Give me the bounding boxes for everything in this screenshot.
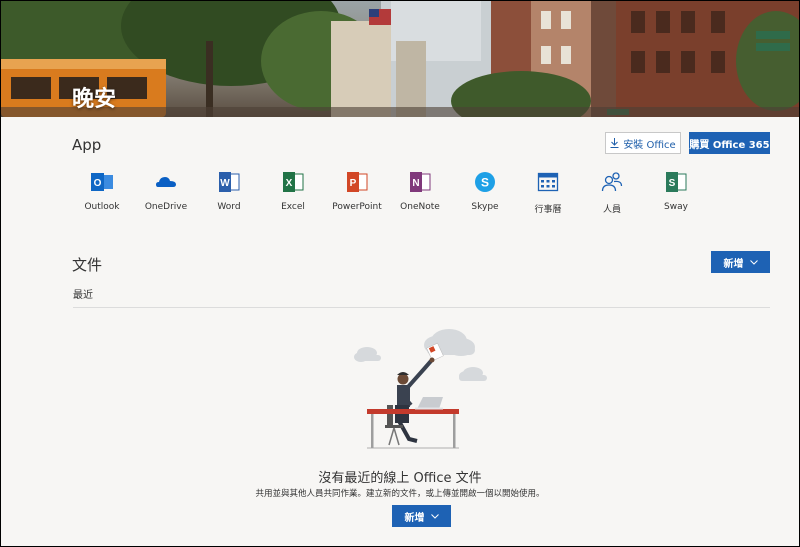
onenote-icon: N bbox=[410, 172, 431, 192]
empty-state-new-button[interactable]: 新增 bbox=[392, 505, 451, 527]
app-sway[interactable]: S Sway bbox=[641, 171, 711, 219]
svg-text:S: S bbox=[669, 178, 676, 189]
chevron-down-icon bbox=[749, 259, 758, 265]
excel-icon: X bbox=[283, 172, 304, 192]
svg-text:P: P bbox=[350, 178, 357, 189]
app-label: 人員 bbox=[602, 205, 621, 215]
word-icon: W bbox=[219, 172, 240, 192]
app-skype[interactable]: S Skype bbox=[450, 171, 520, 219]
app-word[interactable]: W Word bbox=[194, 171, 264, 219]
svg-text:N: N bbox=[412, 178, 419, 189]
buy-office-365-button[interactable]: 購買 Office 365 bbox=[689, 132, 770, 154]
app-outlook[interactable]: O Outlook bbox=[67, 171, 137, 219]
empty-state-new-label: 新增 bbox=[404, 512, 425, 524]
onedrive-icon bbox=[156, 177, 176, 187]
app-label: 行事曆 bbox=[534, 205, 562, 215]
install-office-button[interactable]: 安裝 Office bbox=[605, 132, 681, 154]
hero-banner: 晚安 bbox=[1, 1, 799, 117]
new-document-button[interactable]: 新增 bbox=[711, 251, 770, 273]
app-launcher-list: O Outlook OneDrive W Word X Excel P Powe… bbox=[73, 171, 733, 221]
app-powerpoint[interactable]: P PowerPoint bbox=[322, 171, 392, 219]
sway-icon: S bbox=[666, 172, 687, 192]
calendar-icon bbox=[537, 172, 559, 192]
svg-text:W: W bbox=[220, 178, 230, 189]
city-street-photo bbox=[1, 1, 799, 117]
apps-section-title: App bbox=[72, 136, 102, 154]
install-office-label: 安裝 Office bbox=[623, 139, 676, 151]
empty-state-title: 沒有最近的線上 Office 文件 bbox=[318, 471, 482, 486]
outlook-icon: O bbox=[91, 173, 113, 191]
svg-text:O: O bbox=[94, 178, 102, 189]
divider bbox=[73, 307, 770, 308]
powerpoint-icon: P bbox=[347, 172, 368, 192]
new-document-label: 新增 bbox=[723, 258, 744, 270]
app-label: OneNote bbox=[400, 202, 440, 212]
app-onedrive[interactable]: OneDrive bbox=[131, 171, 201, 219]
app-label: Sway bbox=[664, 202, 688, 212]
app-label: Skype bbox=[471, 202, 499, 212]
office-home-page: 晚安 App 安裝 Office 購買 Office 365 O Outlook… bbox=[0, 0, 800, 547]
skype-icon: S bbox=[475, 172, 495, 192]
greeting-text: 晚安 bbox=[72, 87, 117, 112]
app-label: PowerPoint bbox=[332, 202, 382, 212]
empty-state-subtitle: 共用並與其他人員共同作業。建立新的文件，或上傳並開啟一個以開始使用。 bbox=[255, 489, 545, 499]
app-label: Word bbox=[217, 202, 241, 212]
app-label: OneDrive bbox=[144, 202, 188, 212]
svg-text:S: S bbox=[481, 176, 489, 190]
app-people[interactable]: 人員 bbox=[577, 171, 647, 219]
app-label: Excel bbox=[281, 202, 305, 212]
app-label: Outlook bbox=[84, 202, 120, 212]
recent-tab[interactable]: 最近 bbox=[73, 286, 93, 301]
app-calendar[interactable]: 行事曆 bbox=[513, 171, 583, 219]
buy-office-label: 購買 Office 365 bbox=[689, 139, 770, 151]
people-icon bbox=[601, 172, 623, 192]
empty-state-illustration bbox=[354, 329, 487, 449]
download-icon bbox=[610, 138, 619, 148]
documents-section-title: 文件 bbox=[72, 256, 103, 274]
chevron-down-icon bbox=[430, 513, 439, 519]
app-excel[interactable]: X Excel bbox=[258, 171, 328, 219]
svg-text:X: X bbox=[286, 178, 293, 189]
app-onenote[interactable]: N OneNote bbox=[385, 171, 455, 219]
